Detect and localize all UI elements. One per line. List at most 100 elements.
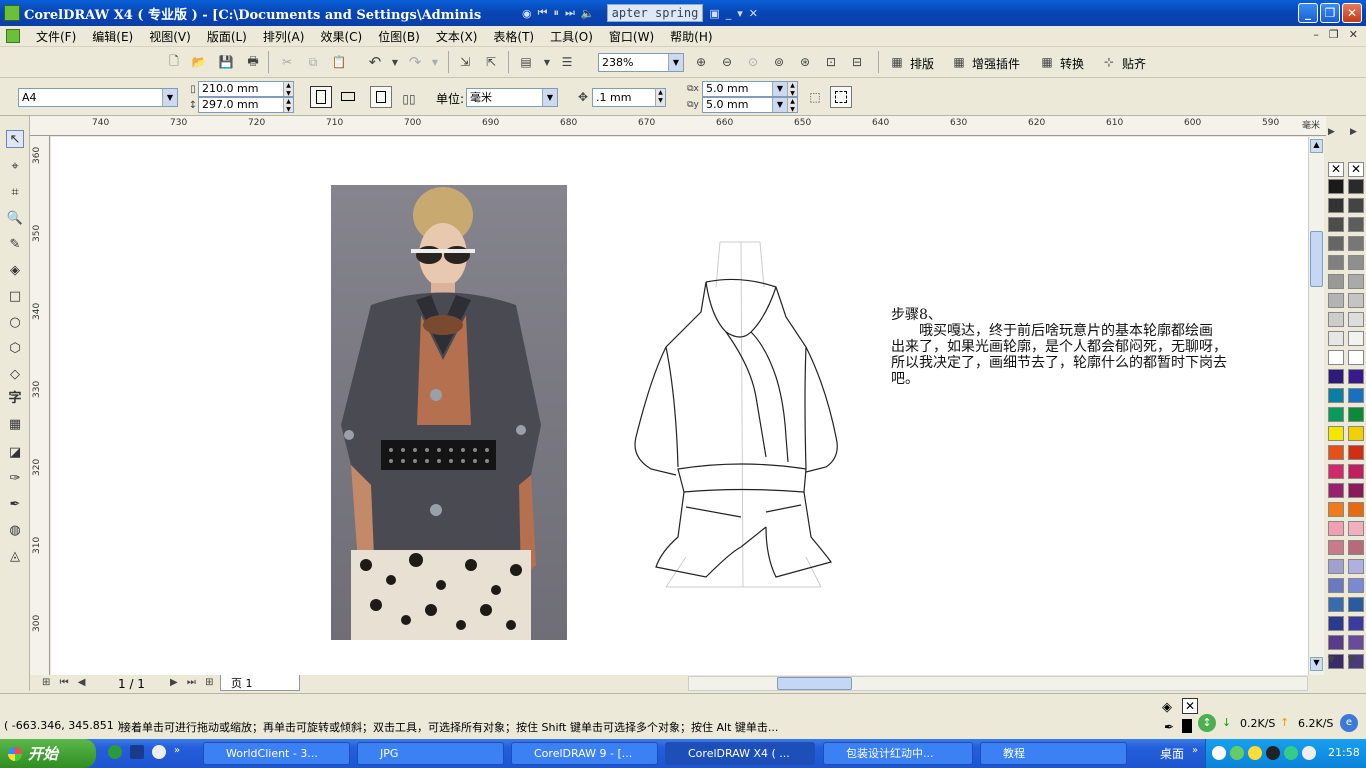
launcher-dropdown-icon[interactable]: ▼	[538, 53, 556, 71]
undo-dropdown-icon[interactable]: ▼	[386, 53, 404, 71]
cut-icon[interactable]: ✂	[278, 53, 296, 71]
scroll-down-icon[interactable]: ▼	[1310, 657, 1323, 671]
color-swatch[interactable]	[1328, 179, 1344, 194]
current-page-icon[interactable]: ▯▯	[400, 90, 418, 108]
interactive-fill-tool-icon[interactable]: ◬	[6, 548, 24, 566]
previous-track-icon[interactable]: ⏮	[538, 6, 548, 20]
tray-volume-icon[interactable]	[1248, 746, 1262, 760]
plugin-convert-label[interactable]: 转换	[1060, 55, 1084, 72]
menu-view[interactable]: 视图(V)	[141, 28, 199, 45]
palette-scroll-down-icon[interactable]: ▼	[1328, 655, 1335, 665]
maximize-button[interactable]: ❐	[1320, 3, 1340, 23]
polygon-tool-icon[interactable]: ⬡	[6, 340, 24, 358]
page-tab[interactable]: 页 1	[220, 675, 300, 691]
zoom-out-icon[interactable]: ⊖	[718, 53, 736, 71]
outline-indicator-icon[interactable]: ✒	[1164, 720, 1174, 734]
import-icon[interactable]: ⇲	[456, 53, 474, 71]
table-tool-icon[interactable]: ▦	[6, 416, 24, 434]
duplicate-x-field[interactable]: 5.0 mm ▼ ▲ ▼	[702, 81, 798, 97]
color-swatch[interactable]	[1348, 426, 1364, 441]
color-swatch[interactable]	[1348, 293, 1364, 308]
zoom-in-icon[interactable]: ⊕	[692, 53, 710, 71]
color-swatch[interactable]	[1348, 635, 1364, 650]
color-swatch[interactable]	[1348, 445, 1364, 460]
task-worldclient[interactable]: WorldClient - 3...	[203, 742, 350, 765]
scroll-up-icon[interactable]: ▲	[1310, 139, 1323, 153]
menu-text[interactable]: 文本(X)	[428, 28, 486, 45]
color-swatch[interactable]	[1328, 483, 1344, 498]
fashion-photo[interactable]	[331, 185, 567, 640]
duplicate-y-field[interactable]: 5.0 mm ▼ ▲ ▼	[702, 97, 798, 113]
outline-tool-icon[interactable]: ✒	[6, 496, 24, 514]
page-height-field[interactable]: 297.0 mm ▲ ▼	[198, 97, 294, 113]
tray-security-icon[interactable]	[1284, 746, 1298, 760]
color-swatch[interactable]	[1348, 217, 1364, 232]
doc-close-icon[interactable]: ✕	[1349, 28, 1358, 41]
zoom-dropdown-icon[interactable]: ▼	[668, 54, 683, 71]
color-swatch[interactable]	[1348, 255, 1364, 270]
plugin-layout-label[interactable]: 排版	[910, 55, 934, 72]
color-swatch[interactable]	[1328, 274, 1344, 289]
palette-scroll-up-icon[interactable]: ▶	[1328, 127, 1335, 137]
copy-icon[interactable]: ⧉	[304, 53, 322, 71]
page-width-spinner[interactable]: ▲ ▼	[283, 82, 293, 97]
color-swatch[interactable]	[1348, 179, 1364, 194]
task-package-design[interactable]: 包装设计红动中...	[823, 742, 973, 765]
color-swatch[interactable]	[1328, 502, 1344, 517]
minimize-button[interactable]: _	[1298, 3, 1318, 23]
color-swatch[interactable]	[1328, 293, 1344, 308]
drawing-canvas[interactable]: 步骤8、 哦买嘎达，终于前后啥玩意片的基本轮廓都绘画 出来了，如果光画轮廓，是个…	[51, 137, 1308, 675]
menu-window[interactable]: 窗口(W)	[601, 28, 662, 45]
save-icon[interactable]: 💾	[217, 53, 235, 71]
no-fill-swatch[interactable]: ✕	[1328, 162, 1344, 177]
color-swatch[interactable]	[1328, 426, 1344, 441]
color-swatch[interactable]	[1348, 369, 1364, 384]
color-swatch[interactable]	[1328, 198, 1344, 213]
color-swatch[interactable]	[1348, 331, 1364, 346]
next-page-icon[interactable]: ▶	[170, 677, 178, 688]
color-swatch[interactable]	[1348, 350, 1364, 365]
network-monitor-icon[interactable]: ↕	[1198, 714, 1216, 732]
duplicate-x-dropdown-icon[interactable]: ▼	[772, 82, 787, 96]
all-pages-button[interactable]	[370, 86, 392, 108]
desktop-expand-icon[interactable]: »	[1192, 745, 1198, 756]
ellipse-tool-icon[interactable]: ○	[6, 314, 24, 332]
color-swatch[interactable]	[1328, 616, 1344, 631]
color-swatch[interactable]	[1328, 635, 1344, 650]
media-logo-icon[interactable]: ◉	[522, 7, 532, 20]
volume-icon[interactable]: 🔈	[581, 7, 595, 20]
color-swatch[interactable]	[1348, 540, 1364, 555]
color-swatch[interactable]	[1348, 559, 1364, 574]
paper-size-select[interactable]: A4 ▼	[18, 88, 178, 107]
eyedropper-tool-icon[interactable]: ✑	[6, 470, 24, 488]
quicklaunch-expand-icon[interactable]: »	[174, 745, 180, 759]
page-height-spinner[interactable]: ▲ ▼	[283, 98, 293, 113]
export-icon[interactable]: ⇱	[482, 53, 500, 71]
task-tutorial-folder[interactable]: 教程	[980, 742, 1127, 765]
paper-size-dropdown-icon[interactable]: ▼	[162, 89, 177, 106]
layout-plugin-icon[interactable]: ▦	[888, 53, 906, 71]
document-icon[interactable]	[6, 29, 20, 43]
plugin-enhance-label[interactable]: 增强插件	[972, 55, 1020, 72]
color-swatch[interactable]	[1348, 312, 1364, 327]
redo-icon[interactable]: ↷	[406, 53, 424, 71]
draw-object-as-filled-button[interactable]	[830, 86, 852, 108]
tutorial-text-block[interactable]: 步骤8、 哦买嘎达，终于前后啥玩意片的基本轮廓都绘画 出来了，如果光画轮廓，是个…	[891, 307, 1291, 387]
color-swatch[interactable]	[1328, 312, 1344, 327]
horizontal-scroll-thumb[interactable]	[777, 677, 852, 690]
previous-page-icon[interactable]: ◀	[78, 677, 86, 688]
color-swatch[interactable]	[1328, 217, 1344, 232]
color-swatch[interactable]	[1348, 578, 1364, 593]
color-swatch[interactable]	[1328, 521, 1344, 536]
desktop-toolbar-label[interactable]: 桌面	[1160, 745, 1184, 762]
browser-quicklaunch-icon[interactable]	[108, 745, 122, 759]
horizontal-ruler[interactable]: 740 730 720 710 700 690 680 670 660 650 640 630 620 6…	[30, 116, 1326, 136]
media-dropdown-icon[interactable]: ▾	[737, 7, 743, 20]
zoom-tool-icon[interactable]: 🔍	[6, 210, 24, 228]
treat-as-filled-icon[interactable]: ⬚	[806, 88, 824, 106]
color-swatch[interactable]	[1348, 388, 1364, 403]
nudge-distance-field[interactable]: .1 mm ▲ ▼	[592, 88, 666, 107]
menu-file[interactable]: 文件(F)	[28, 28, 84, 45]
rectangle-tool-icon[interactable]: □	[6, 288, 24, 306]
zoom-page-icon[interactable]: ⊛	[796, 53, 814, 71]
